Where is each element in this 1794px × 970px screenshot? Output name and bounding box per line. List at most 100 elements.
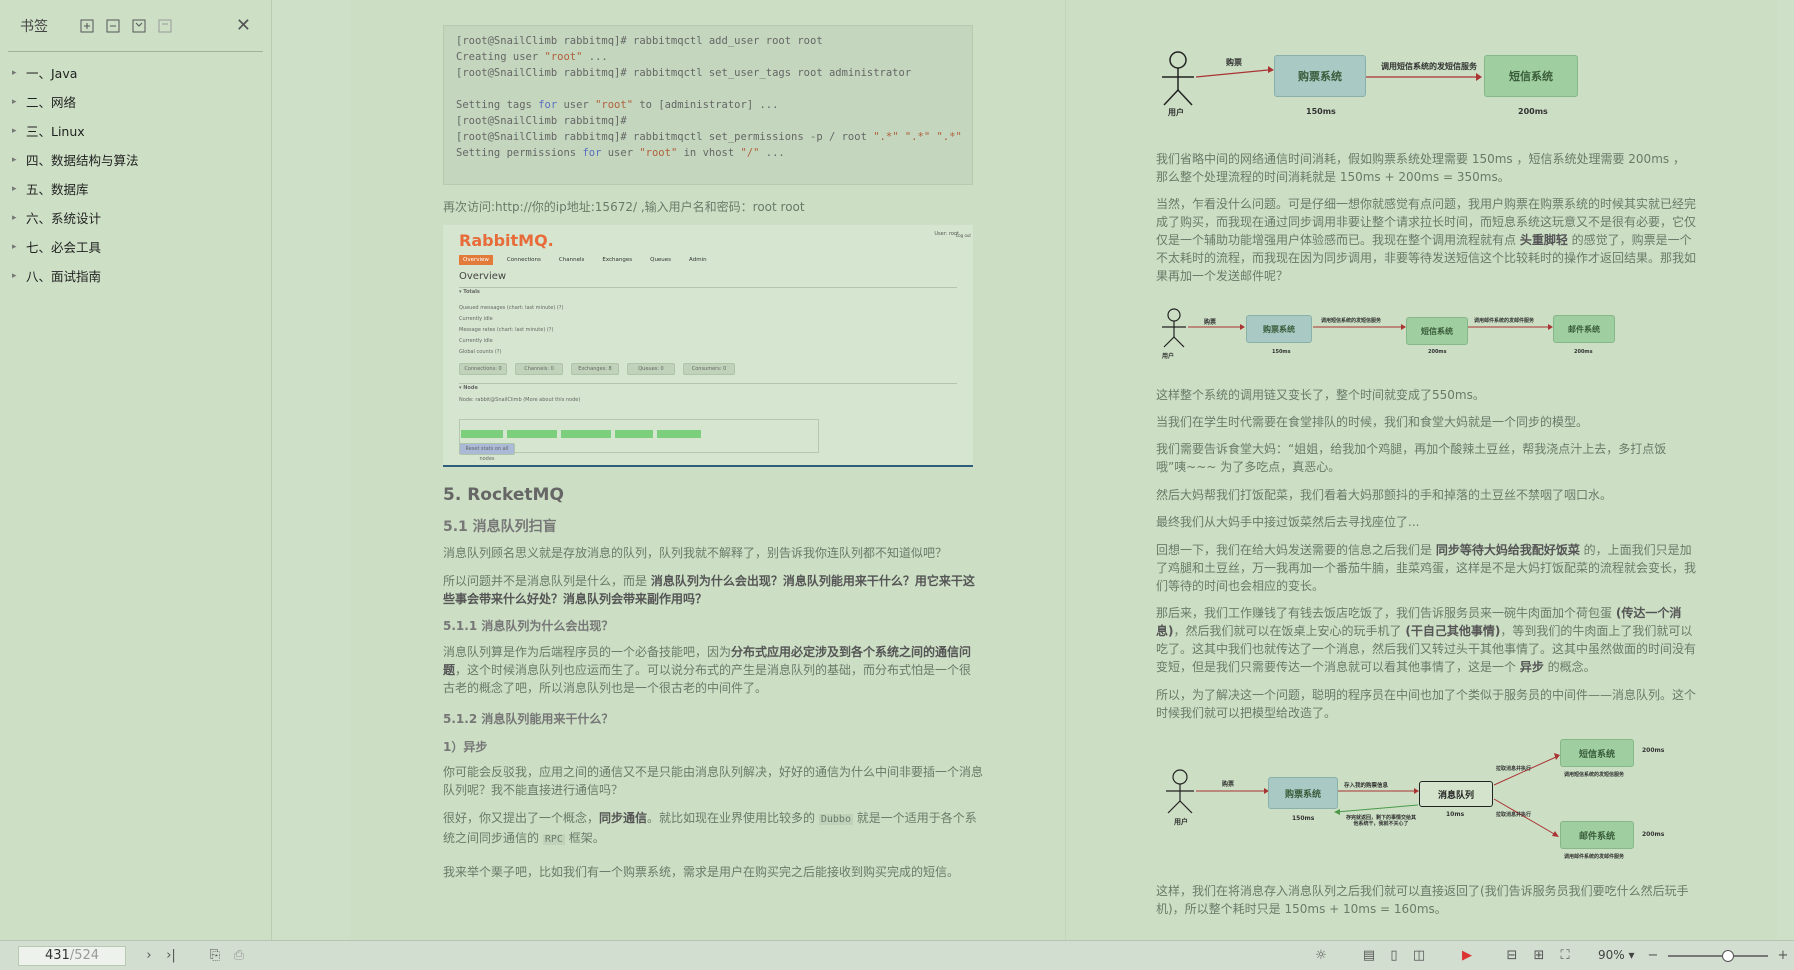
paragraph: 然后大妈帮我们打饭配菜，我们看着大妈那颤抖的手和掉落的土豆丝不禁咽了咽口水。 — [1156, 488, 1613, 502]
code-block: [root@SnailClimb rabbitmq]# rabbitmqctl … — [443, 25, 973, 185]
delete-bookmark-icon[interactable] — [156, 17, 174, 35]
bookmark-label: 六、系统设计 — [26, 211, 102, 226]
arrow-label: 购票 — [1226, 58, 1242, 67]
mail-system-box: 邮件系统 — [1553, 315, 1615, 343]
bookmark-list: ▸ 一、Java ▸ 二、网络 ▸ 三、Linux ▸ 四、数据结构与算法 ▸ 五、数据库… — [0, 52, 271, 290]
bookmark-item-interview[interactable]: ▸ 八、面试指南 — [0, 261, 271, 290]
tab-connections: Connections — [506, 257, 541, 263]
paragraph: 我们省略中间的网络通信时间消耗，假如购票系统处理需要 150ms ，短信系统处理… — [1156, 152, 1685, 184]
sms-system-box: 短信系统 — [1560, 739, 1634, 767]
bookmark-item-linux[interactable]: ▸ 三、Linux — [0, 116, 271, 145]
play-icon[interactable]: ▶ — [1458, 947, 1476, 965]
paragraph: 这样整个系统的调用链又变长了，整个时间就变成了550ms。 — [1156, 388, 1485, 402]
document-page-right: 用户 购票 购票系统 调用短信系统的发短信服务 短信系统 150ms 200ms… — [1065, 0, 1777, 940]
tab-overview: Overview — [459, 255, 493, 265]
continuous-page-icon[interactable]: ▤ — [1360, 947, 1378, 965]
next-page-icon[interactable]: › — [140, 947, 158, 965]
chevron-right-icon[interactable]: ▸ — [12, 155, 26, 165]
rabbitmq-overview-title: Overview — [459, 271, 507, 282]
async-mq-diagram: 用户 购票 购票系统 存入我的购票信息 消息队列 存完就返回，剩下的事情交给其他… — [1156, 735, 1696, 875]
node-name: Node: rabbit@SnailClimb (More about this… — [459, 397, 581, 403]
bookmark-label: 八、面试指南 — [26, 269, 102, 284]
code-line: Creating user "root" ... — [456, 51, 608, 63]
user-label: 用户 — [1162, 353, 1175, 360]
subsection-title: 5.1 消息队列扫盲 — [443, 519, 557, 535]
sync-diagram-2: 用户 购票 购票系统 调用短信系统的发短信服务 短信系统 调用邮件系统的发邮件服… — [1156, 305, 1676, 365]
tab-queues: Queues — [650, 257, 672, 263]
arrow-label: 调用短信系统的发短信服务 — [1564, 772, 1625, 778]
fit-width-icon[interactable]: ⊟ — [1503, 947, 1521, 965]
bookmark-item-java[interactable]: ▸ 一、Java — [0, 58, 271, 87]
time-label: 200ms — [1574, 349, 1593, 355]
user-label: 用户 — [1168, 108, 1184, 117]
count-connections: Connections: 0 — [459, 363, 507, 375]
ticket-system-box: 购票系统 — [1268, 777, 1338, 809]
export-icon[interactable]: ⎙ — [230, 947, 248, 965]
zoom-out-icon[interactable]: − — [1644, 947, 1662, 965]
paragraph: 消息队列算是作为后端程序员的一个必备技能吧，因为分布式应用必定涉及到各个系统之间… — [443, 645, 972, 695]
tab-channels: Channels — [558, 257, 585, 263]
chevron-right-icon[interactable]: ▸ — [12, 242, 26, 252]
fullscreen-icon[interactable]: ⛶ — [1556, 947, 1574, 965]
message-queue-box: 消息队列 — [1419, 781, 1493, 807]
double-page-icon[interactable]: ◫ — [1410, 947, 1428, 965]
paragraph: 最终我们从大妈手中接过饭菜然后去寻找座位了... — [1156, 515, 1420, 529]
sidebar-header: 书签 ✕ — [8, 0, 263, 52]
count-queues: Queues: 0 — [627, 363, 675, 375]
zoom-dropdown[interactable]: 90% ▾ — [1598, 948, 1635, 962]
rabbitmq-logout: Log out — [956, 233, 971, 238]
rotate-icon[interactable]: ⎘ — [206, 947, 224, 965]
code-line: Setting permissions for user "root" in v… — [456, 147, 785, 159]
add-bookmark-icon[interactable] — [130, 17, 148, 35]
stat-bar — [461, 430, 503, 438]
tab-admin: Admin — [689, 257, 707, 263]
chevron-right-icon[interactable]: ▸ — [12, 184, 26, 194]
time-label: 150ms — [1306, 107, 1336, 116]
arrow-label: 调用短信系统的发短信服务 — [1381, 62, 1477, 71]
arrow-label: 调用邮件系统的发邮件服务 — [1564, 854, 1625, 860]
bookmark-item-database[interactable]: ▸ 五、数据库 — [0, 174, 271, 203]
bookmark-item-algorithm[interactable]: ▸ 四、数据结构与算法 — [0, 145, 271, 174]
stat-bar — [657, 430, 701, 438]
chevron-right-icon[interactable]: ▸ — [12, 213, 26, 223]
bookmark-item-network[interactable]: ▸ 二、网络 — [0, 87, 271, 116]
code-line: [root@SnailClimb rabbitmq]# rabbitmqctl … — [456, 131, 962, 143]
sms-system-box: 短信系统 — [1406, 317, 1468, 345]
zoom-slider-handle[interactable] — [1722, 950, 1734, 962]
page-number-input[interactable]: 431/524 — [18, 946, 126, 966]
total-pages: /524 — [69, 948, 100, 963]
paragraph: 所以问题并不是消息队列是什么，而是 消息队列为什么会出现？消息队列能用来干什么？… — [443, 574, 975, 606]
bookmark-item-system-design[interactable]: ▸ 六、系统设计 — [0, 203, 271, 232]
sidebar-title: 书签 — [20, 18, 48, 35]
rabbitmq-logo: RabbitMQ. — [459, 231, 554, 250]
status-bar: 431/524 › ›| ⎘ ⎙ ☼ ▤ ▯ ◫ ▶ ⊟ ⊞ ⛶ 90% ▾ −… — [0, 940, 1794, 970]
expand-all-icon[interactable] — [78, 17, 96, 35]
paragraph: 回想一下，我们在给大妈发送需要的信息之后我们是 同步等待大妈给我配好饭菜 的，上… — [1156, 543, 1697, 593]
bookmark-label: 五、数据库 — [26, 182, 89, 197]
paragraph: 你可能会反驳我，应用之间的通信又不是只能由消息队列解决，好好的通信为什么中间非要… — [443, 765, 984, 797]
collapse-all-icon[interactable] — [104, 17, 122, 35]
chevron-right-icon[interactable]: ▸ — [12, 126, 26, 136]
bookmark-label: 三、Linux — [26, 124, 85, 139]
code-line: [root@SnailClimb rabbitmq]# — [456, 115, 627, 127]
stat-bar — [615, 430, 653, 438]
zoom-slider[interactable] — [1668, 955, 1768, 957]
chevron-right-icon[interactable]: ▸ — [12, 97, 26, 107]
chevron-right-icon[interactable]: ▸ — [12, 68, 26, 78]
eye-care-icon[interactable]: ☼ — [1312, 947, 1330, 965]
paragraph: 消息队列顾名思义就是存放消息的队列，队列我就不解释了，别告诉我你连队列都不知道似… — [443, 546, 948, 560]
arrow-label: 购票 — [1222, 781, 1235, 788]
bookmark-sidebar: 书签 ✕ ▸ 一、Java ▸ 二、网络 ▸ 三、Linux ▸ 四、数据结构与算法 ▸… — [0, 0, 272, 940]
bookmark-item-tools[interactable]: ▸ 七、必会工具 — [0, 232, 271, 261]
last-page-icon[interactable]: ›| — [162, 947, 180, 965]
divider — [459, 287, 957, 288]
fit-page-icon[interactable]: ⊞ — [1530, 947, 1548, 965]
paragraph: 很好，你又提出了一个概念，同步通信。就比如现在业界使用比较多的 Dubbo 就是… — [443, 811, 977, 845]
zoom-in-icon[interactable]: + — [1774, 947, 1792, 965]
chevron-right-icon[interactable]: ▸ — [12, 271, 26, 281]
time-label: 150ms — [1272, 349, 1291, 355]
close-icon[interactable]: ✕ — [236, 15, 251, 36]
arrow-label: 拉取消息并执行 — [1496, 766, 1532, 772]
single-page-icon[interactable]: ▯ — [1385, 947, 1403, 965]
paragraph: 我来举个栗子吧，比如我们有一个购票系统，需求是用户在购买完之后能接收到购买完成的… — [443, 865, 960, 879]
